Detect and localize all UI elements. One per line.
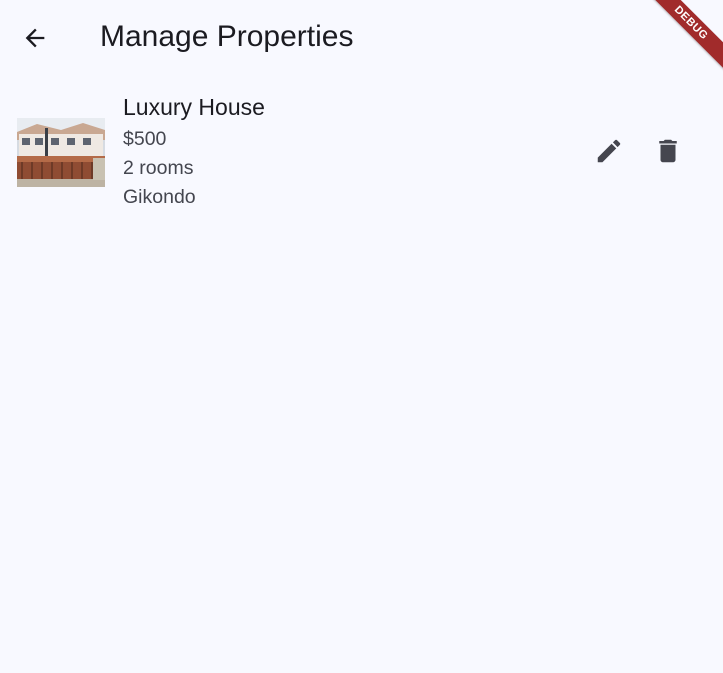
app-bar: Manage Properties	[0, 0, 723, 76]
delete-property-button[interactable]	[648, 131, 688, 171]
property-info: Luxury House $500 2 rooms Gikondo	[123, 92, 265, 212]
house-photo	[17, 118, 105, 187]
property-thumbnail	[17, 118, 105, 187]
property-location: Gikondo	[123, 186, 196, 208]
property-rooms: 2 rooms	[123, 157, 194, 179]
property-price: $500	[123, 128, 167, 150]
property-name: Luxury House	[123, 94, 265, 120]
back-button[interactable]	[13, 16, 57, 60]
edit-property-button[interactable]	[589, 131, 629, 171]
arrow-back-icon	[25, 28, 45, 48]
delete-icon	[659, 139, 677, 163]
edit-icon	[597, 139, 621, 163]
debug-banner: DEBUG	[643, 0, 723, 80]
page-title: Manage Properties	[100, 20, 354, 53]
property-list: Luxury House $500 2 rooms Gikondo	[0, 80, 723, 225]
debug-label: DEBUG	[643, 0, 723, 72]
property-list-item[interactable]: Luxury House $500 2 rooms Gikondo	[0, 80, 723, 225]
